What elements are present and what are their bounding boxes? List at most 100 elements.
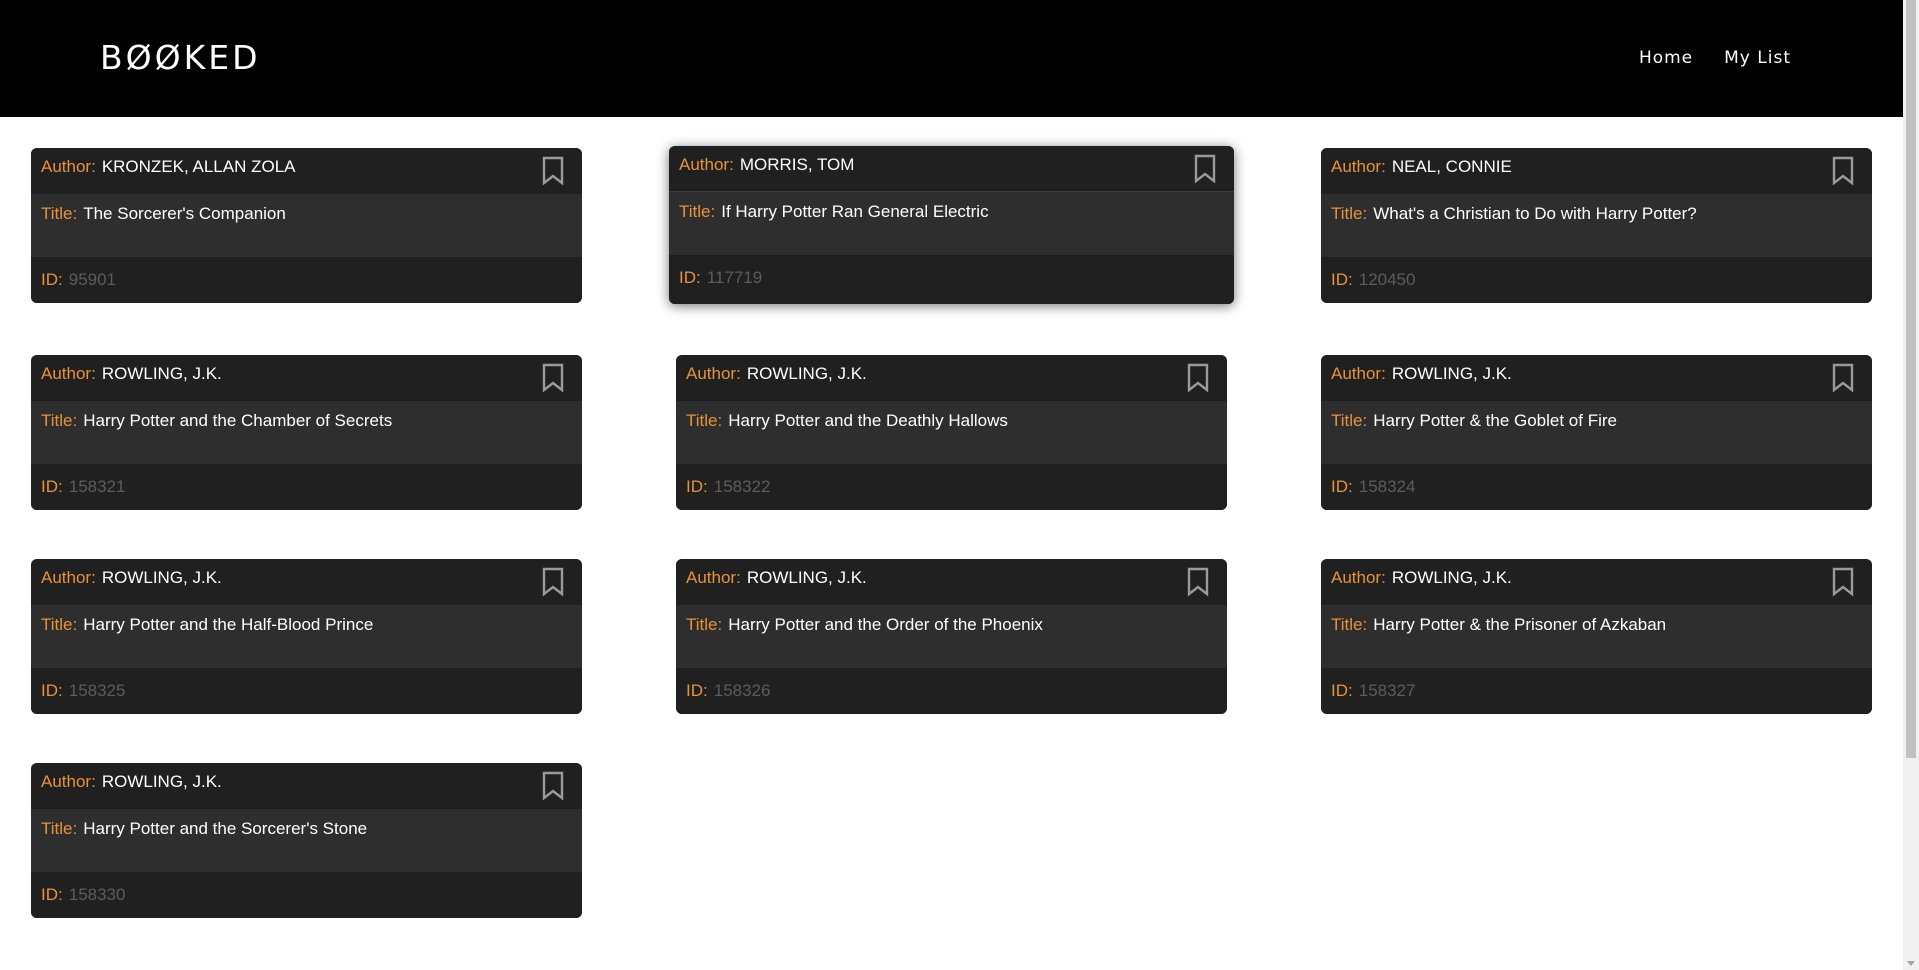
book-card-body: Title: Harry Potter and the Order of the … — [676, 605, 1227, 668]
book-card-header: Author: NEAL, CONNIE — [1321, 148, 1872, 194]
book-card[interactable]: Author: ROWLING, J.K. Title: Harry Potter a… — [31, 355, 582, 510]
bookmark-icon[interactable] — [1831, 567, 1855, 597]
book-card-header: Author: MORRIS, TOM — [669, 146, 1234, 192]
book-card[interactable]: Author: NEAL, CONNIE Title: What's a Christ… — [1321, 148, 1872, 303]
title-label: Title: — [679, 202, 716, 221]
author-label: Author: — [1331, 364, 1386, 383]
brand-logo[interactable]: BØØKED — [100, 38, 261, 77]
id-label: ID: — [1331, 477, 1353, 496]
book-card-body: Title: Harry Potter & the Prisoner of Azk… — [1321, 605, 1872, 668]
book-card[interactable]: Author: KRONZEK, ALLAN ZOLA Title: The Sorc… — [31, 148, 582, 303]
book-title: Harry Potter and the Deathly Hallows — [728, 411, 1008, 430]
book-id: 158326 — [713, 681, 771, 700]
bookmark-icon[interactable] — [541, 771, 565, 801]
book-card-footer: ID: 158326 — [676, 668, 1227, 714]
book-author: MORRIS, TOM — [739, 155, 855, 174]
author-label: Author: — [686, 568, 741, 587]
scroll-down-arrow-icon[interactable] — [1907, 961, 1915, 966]
book-author: ROWLING, J.K. — [101, 568, 222, 587]
id-label: ID: — [41, 681, 63, 700]
book-card-body: Title: Harry Potter and the Deathly Hallo… — [676, 401, 1227, 464]
id-label: ID: — [41, 270, 63, 289]
book-title: Harry Potter and the Sorcerer's Stone — [83, 819, 368, 838]
id-label: ID: — [41, 885, 63, 904]
title-label: Title: — [41, 411, 78, 430]
book-id: 117719 — [706, 268, 763, 287]
title-label: Title: — [41, 819, 78, 838]
title-label: Title: — [686, 411, 723, 430]
book-card-header: Author: ROWLING, J.K. — [1321, 355, 1872, 401]
book-card[interactable]: Author: ROWLING, J.K. Title: Harry Potter a… — [676, 559, 1227, 714]
bookmark-icon[interactable] — [541, 567, 565, 597]
book-title: Harry Potter and the Half-Blood Prince — [83, 615, 374, 634]
title-label: Title: — [686, 615, 723, 634]
book-grid: Author: KRONZEK, ALLAN ZOLA Title: The Sorc… — [31, 146, 1872, 918]
book-title: Harry Potter & the Goblet of Fire — [1373, 411, 1617, 430]
book-card-header: Author: KRONZEK, ALLAN ZOLA — [31, 148, 582, 194]
vertical-scrollbar[interactable] — [1903, 0, 1919, 970]
book-card-footer: ID: 117719 — [669, 255, 1234, 304]
bookmark-icon[interactable] — [541, 156, 565, 186]
book-card-header: Author: ROWLING, J.K. — [31, 355, 582, 401]
book-author: ROWLING, J.K. — [1391, 364, 1512, 383]
top-navbar: BØØKED Home My List — [0, 0, 1903, 117]
nav-home-link[interactable]: Home — [1639, 48, 1693, 68]
book-card-body: Title: If Harry Potter Ran General Electr… — [669, 192, 1234, 255]
book-title: Harry Potter & the Prisoner of Azkaban — [1373, 615, 1667, 634]
book-card[interactable]: Author: MORRIS, TOM Title: If Harry Potter … — [669, 146, 1234, 304]
book-card[interactable]: Author: ROWLING, J.K. Title: Harry Potter &… — [1321, 559, 1872, 714]
book-card[interactable]: Author: ROWLING, J.K. Title: Harry Potter a… — [31, 559, 582, 714]
book-card-footer: ID: 158321 — [31, 464, 582, 510]
id-label: ID: — [686, 477, 708, 496]
book-author: ROWLING, J.K. — [101, 772, 222, 791]
book-title: The Sorcerer's Companion — [83, 204, 286, 223]
book-card[interactable]: Author: ROWLING, J.K. Title: Harry Potter &… — [1321, 355, 1872, 510]
book-id: 158322 — [713, 477, 771, 496]
bookmark-icon[interactable] — [1186, 363, 1210, 393]
scrollbar-thumb[interactable] — [1906, 0, 1916, 758]
book-card[interactable]: Author: ROWLING, J.K. Title: Harry Potter a… — [676, 355, 1227, 510]
author-label: Author: — [679, 155, 734, 174]
title-label: Title: — [1331, 615, 1368, 634]
book-card-footer: ID: 158330 — [31, 872, 582, 918]
id-label: ID: — [1331, 270, 1353, 289]
book-card-body: Title: Harry Potter & the Goblet of Fire — [1321, 401, 1872, 464]
title-label: Title: — [41, 615, 78, 634]
book-author: ROWLING, J.K. — [746, 364, 867, 383]
book-title: If Harry Potter Ran General Electric — [721, 202, 989, 221]
book-card[interactable]: Author: ROWLING, J.K. Title: Harry Potter a… — [31, 763, 582, 918]
title-label: Title: — [1331, 411, 1368, 430]
author-label: Author: — [1331, 157, 1386, 176]
bookmark-icon[interactable] — [1186, 567, 1210, 597]
nav-my-list-link[interactable]: My List — [1724, 48, 1791, 68]
book-id: 158325 — [68, 681, 126, 700]
bookmark-icon[interactable] — [541, 363, 565, 393]
author-label: Author: — [41, 157, 96, 176]
book-id: 95901 — [68, 270, 117, 289]
nav-links: Home My List — [1639, 48, 1791, 68]
bookmark-icon[interactable] — [1193, 154, 1217, 184]
bookmark-icon[interactable] — [1831, 363, 1855, 393]
book-card-body: Title: Harry Potter and the Chamber of Se… — [31, 401, 582, 464]
book-card-body: Title: Harry Potter and the Sorcerer's St… — [31, 809, 582, 872]
book-card-footer: ID: 158322 — [676, 464, 1227, 510]
book-card-footer: ID: 158325 — [31, 668, 582, 714]
book-card-footer: ID: 158324 — [1321, 464, 1872, 510]
book-author: ROWLING, J.K. — [101, 364, 222, 383]
bookmark-icon[interactable] — [1831, 156, 1855, 186]
book-card-header: Author: ROWLING, J.K. — [31, 559, 582, 605]
book-title: Harry Potter and the Order of the Phoeni… — [728, 615, 1043, 634]
title-label: Title: — [41, 204, 78, 223]
book-id: 158321 — [68, 477, 126, 496]
author-label: Author: — [686, 364, 741, 383]
book-author: NEAL, CONNIE — [1391, 157, 1512, 176]
book-card-header: Author: ROWLING, J.K. — [676, 355, 1227, 401]
book-author: ROWLING, J.K. — [746, 568, 867, 587]
book-card-body: Title: What's a Christian to Do with Harr… — [1321, 194, 1872, 257]
book-author: KRONZEK, ALLAN ZOLA — [101, 157, 296, 176]
id-label: ID: — [679, 268, 701, 287]
book-author: ROWLING, J.K. — [1391, 568, 1512, 587]
title-label: Title: — [1331, 204, 1368, 223]
book-id: 158324 — [1358, 477, 1416, 496]
book-card-body: Title: Harry Potter and the Half-Blood Pr… — [31, 605, 582, 668]
